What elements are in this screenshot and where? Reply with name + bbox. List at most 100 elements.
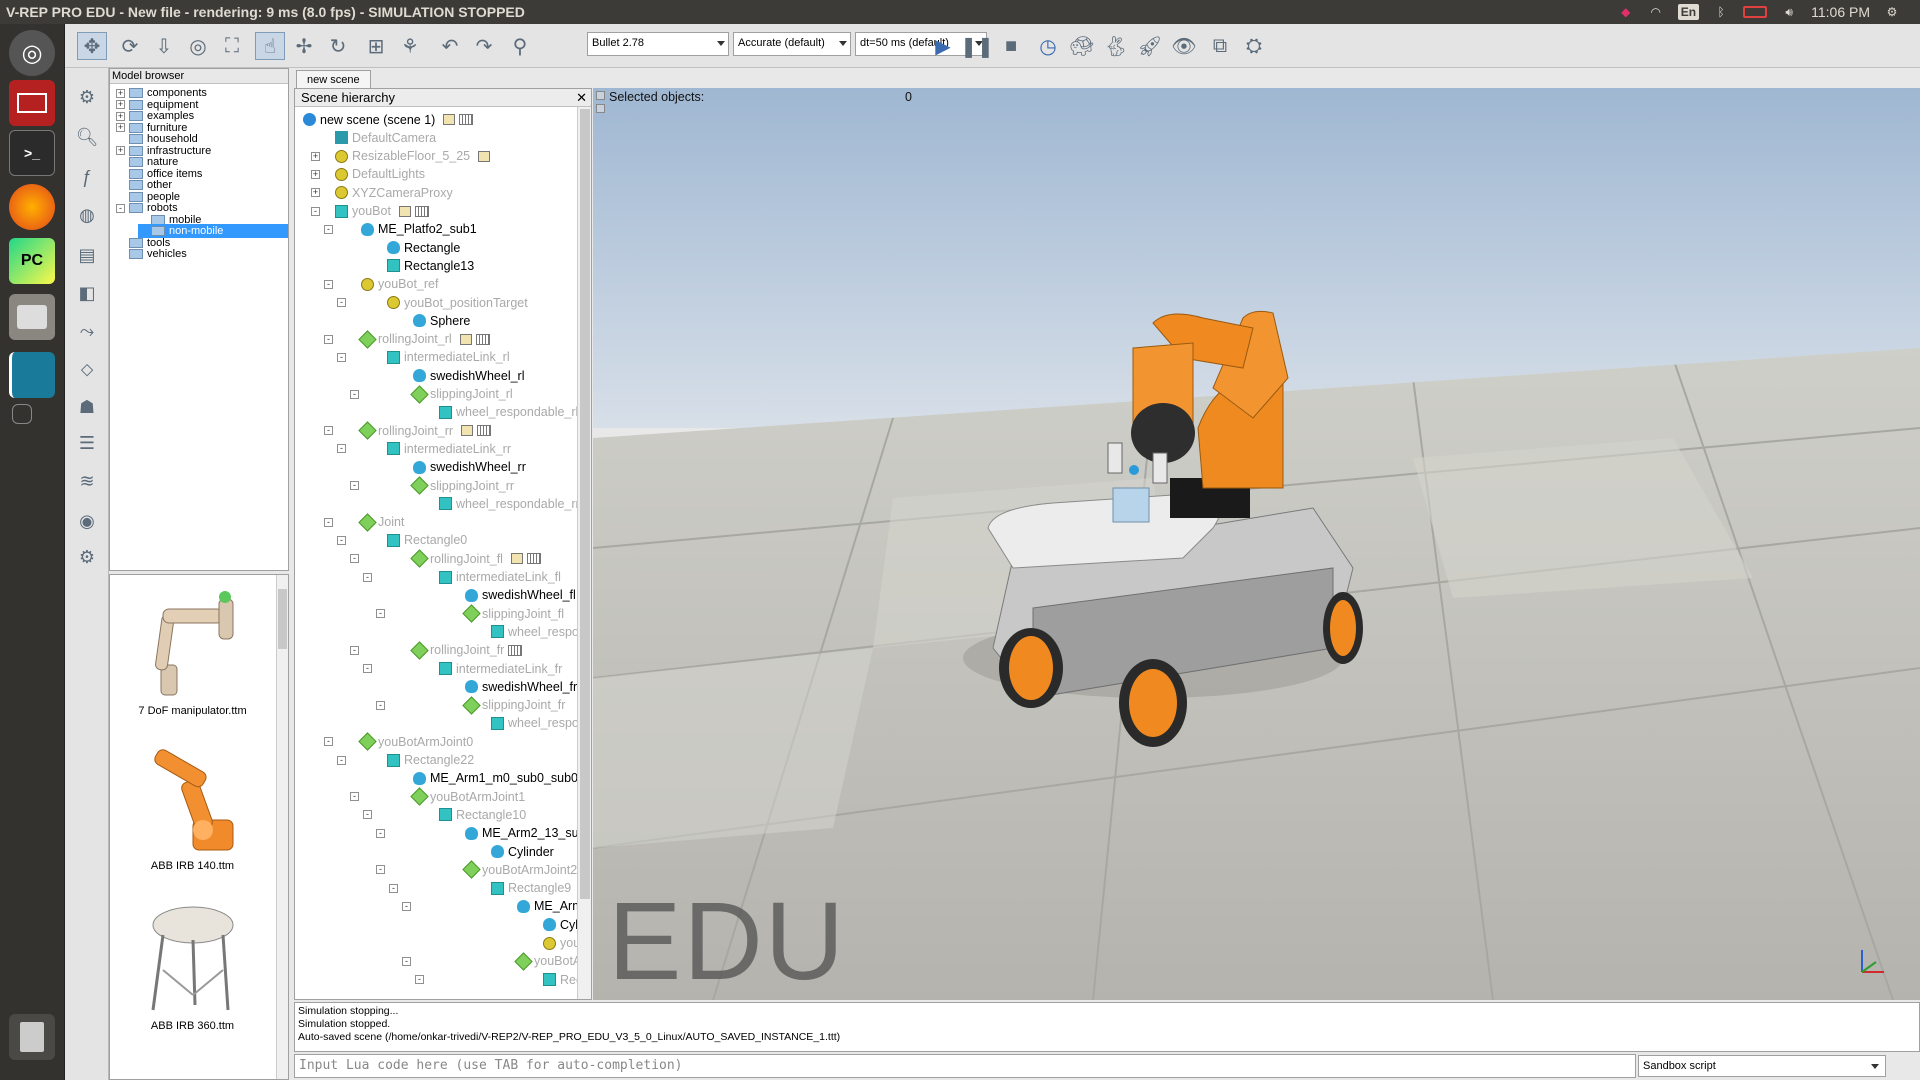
script-icon[interactable] xyxy=(459,333,472,345)
expand-toggle-icon[interactable]: - xyxy=(376,865,385,875)
expand-toggle-icon[interactable]: - xyxy=(350,481,359,490)
hierarchy-item[interactable]: Rectangle0 xyxy=(387,532,467,549)
child-script-icon[interactable] xyxy=(414,205,429,217)
hierarchy-item[interactable]: rollingJoint_rr xyxy=(358,421,492,440)
user-settings-icon[interactable]: ⚙ xyxy=(74,544,100,570)
expand-toggle-icon[interactable]: + xyxy=(116,123,125,132)
visualization-toggle-icon[interactable]: 👁︎ xyxy=(1169,32,1199,60)
collections-icon[interactable]: ◍ xyxy=(74,202,100,228)
physics-engine-select[interactable]: Bullet 2.78 xyxy=(587,32,729,56)
hierarchy-item[interactable]: Sphere xyxy=(413,312,470,329)
hierarchy-item[interactable]: swedishWheel_fl xyxy=(465,587,576,604)
hierarchy-item[interactable]: Rectangle9 xyxy=(491,880,571,897)
expand-toggle-icon[interactable]: - xyxy=(350,554,359,564)
expand-toggle-icon[interactable]: - xyxy=(363,810,372,820)
hierarchy-item[interactable]: youBotArmJoint1 xyxy=(410,787,525,806)
3d-viewport[interactable]: Selected objects: 0 EDU xyxy=(593,88,1920,1000)
expand-toggle-icon[interactable]: - xyxy=(337,755,346,765)
transfer-dna-icon[interactable]: ⚘ xyxy=(395,32,425,60)
slow-down-icon[interactable]: 🐢︎ xyxy=(1067,32,1097,60)
expand-toggle-icon[interactable]: + xyxy=(116,146,125,155)
hierarchy-item[interactable]: Joint xyxy=(358,512,404,532)
child-script-icon[interactable] xyxy=(459,114,474,125)
expand-toggle-icon[interactable]: - xyxy=(311,206,320,216)
thumbnails-scrollbar[interactable] xyxy=(276,575,288,1079)
youbot-robot[interactable] xyxy=(593,88,1920,1000)
hierarchy-item[interactable]: slippingJoint_rr xyxy=(410,476,514,495)
hierarchy-scrollbar[interactable] xyxy=(577,107,591,999)
lua-command-input[interactable]: Input Lua code here (use TAB for auto-co… xyxy=(294,1054,1636,1078)
script-icon[interactable] xyxy=(510,553,523,565)
hierarchy-item[interactable]: ME_Platfo2_sub1 xyxy=(361,221,477,238)
expand-toggle-icon[interactable]: - xyxy=(402,956,411,966)
hierarchy-item[interactable]: DefaultCamera xyxy=(335,129,436,146)
selection-icon[interactable]: ⬦ xyxy=(74,356,100,382)
hierarchy-item[interactable]: youBot_positionTarget xyxy=(387,294,528,311)
hierarchy-item[interactable]: youBot_ref xyxy=(361,276,438,293)
model-category-item[interactable]: vehicles xyxy=(116,247,187,261)
child-script-icon[interactable] xyxy=(526,553,541,565)
hierarchy-item[interactable]: ResizableFloor_5_25 xyxy=(335,148,491,165)
hierarchy-item[interactable]: rollingJoint_rl xyxy=(358,329,490,349)
workspace-icon[interactable] xyxy=(12,404,32,424)
camera-rotate-icon[interactable]: ⟳ xyxy=(115,32,145,60)
hierarchy-item[interactable]: Cylinder xyxy=(491,843,554,860)
expand-toggle-icon[interactable]: + xyxy=(116,111,125,121)
script-icon[interactable] xyxy=(478,150,491,162)
expand-toggle-icon[interactable]: - xyxy=(337,535,346,545)
expand-toggle-icon[interactable]: - xyxy=(402,901,411,911)
expand-toggle-icon[interactable]: - xyxy=(350,645,359,655)
play-icon[interactable]: ▶ xyxy=(928,32,958,60)
script-icon[interactable] xyxy=(461,425,474,437)
speed-up-icon[interactable]: 🐇︎ xyxy=(1101,32,1131,60)
hierarchy-item[interactable]: rollingJoint_fl xyxy=(410,549,541,568)
video-recorder-icon[interactable]: ◉ xyxy=(74,508,100,534)
keyboard-language-indicator[interactable]: En xyxy=(1677,4,1700,20)
accuracy-select[interactable]: Accurate (default) xyxy=(733,32,851,56)
pycharm-icon[interactable]: PC xyxy=(9,238,55,284)
hierarchy-item[interactable]: Rectangle22 xyxy=(387,752,474,769)
volume-icon[interactable]: 🔊︎ xyxy=(1781,4,1797,20)
battery-icon[interactable] xyxy=(1743,6,1768,18)
search-icon[interactable]: 🔍︎ xyxy=(74,124,100,150)
expand-toggle-icon[interactable]: + xyxy=(311,188,320,198)
child-script-icon[interactable] xyxy=(475,333,490,345)
hierarchy-item[interactable]: slippingJoint_fr xyxy=(462,695,565,715)
notification-icon[interactable]: ◆ xyxy=(1618,4,1634,20)
threaded-rendering-icon[interactable]: 🚀︎ xyxy=(1135,32,1165,60)
hierarchy-item[interactable]: wheel_respondable_rl xyxy=(439,404,578,421)
expand-toggle-icon[interactable]: - xyxy=(415,975,424,985)
expand-toggle-icon[interactable]: - xyxy=(337,352,346,362)
expand-toggle-icon[interactable]: - xyxy=(376,828,385,838)
file-manager-icon[interactable] xyxy=(9,294,55,340)
hierarchy-item[interactable]: intermediateLink_rl xyxy=(387,349,510,366)
path-edit-icon[interactable]: ⤳ xyxy=(74,318,100,344)
expand-toggle-icon[interactable]: - xyxy=(324,279,333,289)
hierarchy-item[interactable]: youBotArmJoint0 xyxy=(358,732,473,751)
hierarchy-item[interactable]: slippingJoint_fl xyxy=(462,604,564,623)
hierarchy-item[interactable]: youBotArmJoint2 xyxy=(462,860,577,879)
expand-toggle-icon[interactable]: - xyxy=(376,609,385,619)
object-rotate-icon[interactable]: ↻ xyxy=(323,32,353,60)
firefox-icon[interactable] xyxy=(9,184,55,230)
hierarchy-item[interactable]: XYZCameraProxy xyxy=(335,184,453,201)
scene-hierarchy-toggle-icon[interactable]: ☰ xyxy=(74,430,100,456)
expand-toggle-icon[interactable]: - xyxy=(324,517,333,527)
clock[interactable]: 11:06 PM xyxy=(1811,4,1870,20)
hierarchy-item[interactable]: Rectangle10 xyxy=(439,806,526,823)
model-thumbnail-abb-irb-360[interactable]: ABB IRB 360.ttm xyxy=(110,900,275,1032)
expand-toggle-icon[interactable]: + xyxy=(311,169,320,179)
model-thumbnail-7dof[interactable]: 7 DoF manipulator.ttm xyxy=(110,585,275,717)
page-selector-icon[interactable]: ⧉ xyxy=(1205,32,1235,60)
scrollbar-thumb[interactable] xyxy=(580,109,590,899)
hierarchy-item[interactable]: Rectangle xyxy=(387,239,460,256)
scene-selector-icon[interactable]: ⛭ xyxy=(1239,32,1269,60)
viewport-menu-button[interactable] xyxy=(596,91,605,100)
hierarchy-item[interactable]: rollingJoint_fr xyxy=(410,640,523,660)
expand-toggle-icon[interactable]: + xyxy=(116,88,125,98)
script-type-select[interactable]: Sandbox script xyxy=(1638,1055,1886,1077)
tab-new-scene[interactable]: new scene xyxy=(296,70,371,88)
hierarchy-item[interactable]: ME_Arm2_13_sub0 xyxy=(465,825,591,842)
fit-to-view-icon[interactable]: ⛶ xyxy=(217,32,247,60)
hierarchy-item[interactable]: intermediateLink_rr xyxy=(387,440,511,457)
